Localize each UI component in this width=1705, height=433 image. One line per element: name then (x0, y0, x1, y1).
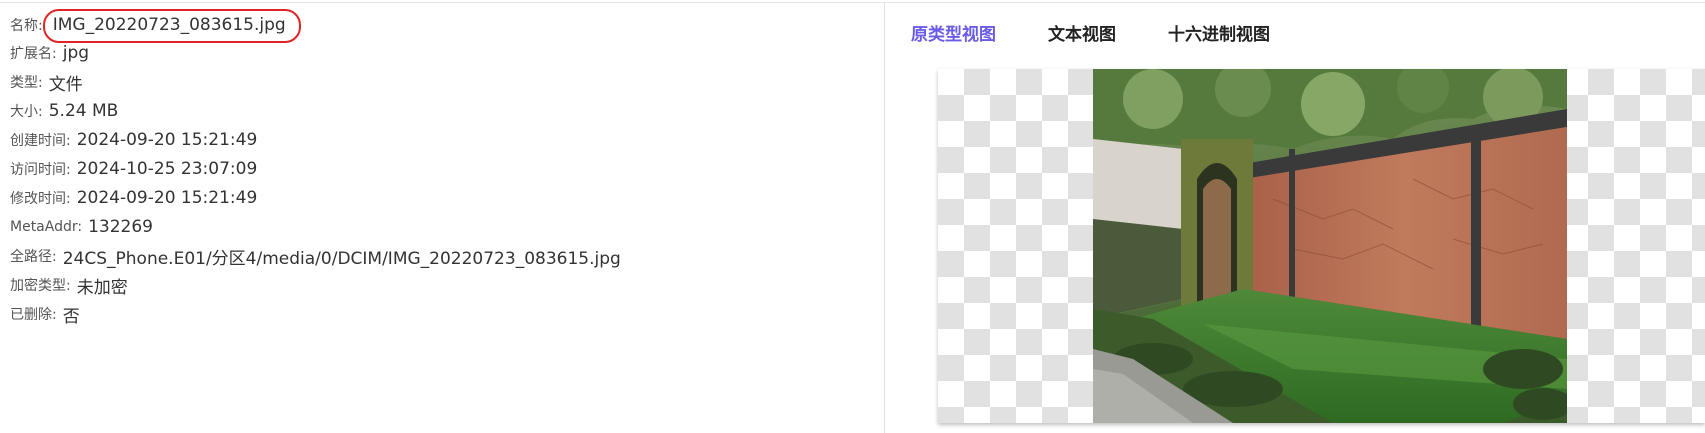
property-label-name: 名称: (10, 18, 43, 34)
property-label-type: 类型: (10, 75, 43, 91)
property-row-extension: 扩展名: jpg (10, 39, 89, 67)
property-label-size: 大小: (10, 104, 43, 120)
property-label-extension: 扩展名: (10, 46, 57, 62)
property-value-modified: 2024-09-20 15:21:49 (76, 188, 258, 208)
photo-preview (1093, 69, 1567, 423)
property-value-created: 2024-09-20 15:21:49 (76, 130, 258, 150)
property-value-extension: jpg (62, 43, 90, 63)
tab-hex-view[interactable]: 十六进制视图 (1168, 20, 1270, 45)
property-row-full-path: 全路径: 24CS_Phone.E01/分区4/media/0/DCIM/IMG… (10, 242, 621, 270)
preview-tabs: 原类型视图 文本视图 十六进制视图 (911, 18, 1322, 46)
property-value-accessed: 2024-10-25 23:07:09 (76, 159, 258, 179)
property-row-name: 名称: IMG_20220723_083615.jpg (10, 9, 301, 43)
panel-divider[interactable] (884, 3, 885, 433)
property-row-accessed: 访问时间: 2024-10-25 23:07:09 (10, 155, 257, 183)
property-row-encryption: 加密类型: 未加密 (10, 271, 128, 299)
property-row-created: 创建时间: 2024-09-20 15:21:49 (10, 126, 257, 154)
tab-original-type-view[interactable]: 原类型视图 (911, 20, 996, 45)
property-label-modified: 修改时间: (10, 191, 71, 207)
property-row-deleted: 已删除: 否 (10, 300, 80, 328)
property-value-name[interactable]: IMG_20220723_083615.jpg (53, 15, 286, 35)
property-value-deleted: 否 (62, 306, 80, 327)
property-label-full-path: 全路径: (10, 249, 57, 265)
property-value-full-path[interactable]: 24CS_Phone.E01/分区4/media/0/DCIM/IMG_2022… (63, 244, 621, 269)
property-value-meta-addr: 132269 (88, 217, 153, 237)
property-label-created: 创建时间: (10, 133, 71, 149)
file-properties-panel: 名称: IMG_20220723_083615.jpg 扩展名: jpg 类型:… (0, 3, 884, 433)
image-preview-area[interactable] (938, 69, 1705, 423)
property-row-type: 类型: 文件 (10, 68, 83, 96)
property-row-modified: 修改时间: 2024-09-20 15:21:49 (10, 184, 257, 212)
property-value-size: 5.24 MB (48, 101, 119, 121)
property-label-accessed: 访问时间: (10, 162, 71, 178)
property-row-meta-addr: MetaAddr: 132269 (10, 213, 153, 241)
property-label-encryption: 加密类型: (10, 278, 71, 294)
property-row-size: 大小: 5.24 MB (10, 97, 118, 125)
property-value-name-wrap: IMG_20220723_083615.jpg (42, 9, 301, 43)
property-value-encryption: 未加密 (76, 277, 128, 298)
property-label-deleted: 已删除: (10, 307, 57, 323)
property-value-type: 文件 (48, 74, 83, 95)
property-label-meta-addr: MetaAddr: (10, 219, 83, 235)
tab-text-view[interactable]: 文本视图 (1048, 20, 1116, 45)
